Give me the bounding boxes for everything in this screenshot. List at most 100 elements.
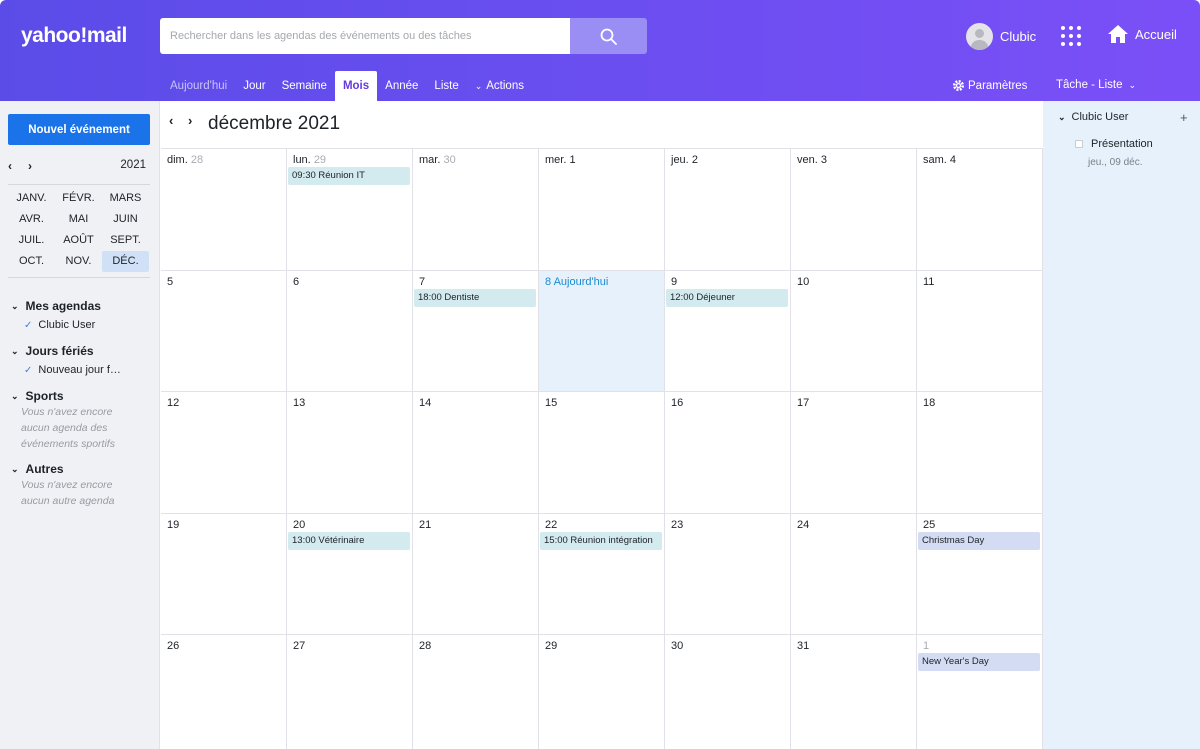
day-cell[interactable]: 27 <box>287 635 413 749</box>
day-cell[interactable]: 28 <box>413 635 539 749</box>
day-cell[interactable]: 11 <box>917 271 1043 392</box>
month-option[interactable]: MARS <box>102 188 149 209</box>
day-cell[interactable]: 17 <box>791 392 917 514</box>
day-cell[interactable]: 13 <box>287 392 413 514</box>
month-option[interactable]: JUIL. <box>8 230 55 251</box>
month-option[interactable]: JANV. <box>8 188 55 209</box>
tab-ann-e[interactable]: Année <box>377 71 426 101</box>
calendar-item-clubic-user[interactable]: ✓ Clubic User <box>24 319 95 331</box>
yahoo-mail-logo[interactable]: yahoo!mail <box>21 24 127 48</box>
month-option[interactable]: FÉVR. <box>55 188 102 209</box>
tasklist-dropdown[interactable]: Tâche - Liste ⌄ <box>1056 79 1136 91</box>
section-title: Sports <box>25 389 64 403</box>
month-option[interactable]: AVR. <box>8 209 55 230</box>
day-cell[interactable]: 29 <box>539 635 665 749</box>
day-cell[interactable]: 5 <box>161 271 287 392</box>
home-label: Accueil <box>1135 26 1177 42</box>
day-number: 29 <box>313 154 327 166</box>
settings-button[interactable]: Paramètres <box>952 79 1027 92</box>
user-menu[interactable]: Clubic <box>966 23 1036 50</box>
task-title[interactable]: Présentation <box>1091 138 1153 150</box>
task-checkbox[interactable] <box>1075 140 1083 148</box>
calendar-event[interactable]: 13:00 Vétérinaire <box>288 532 410 550</box>
day-cell[interactable]: 18 <box>917 392 1043 514</box>
home-button[interactable]: Accueil <box>1107 24 1177 44</box>
holiday-event[interactable]: Christmas Day <box>918 532 1040 550</box>
day-cell[interactable]: jeu. 2 <box>665 149 791 271</box>
day-cell[interactable]: 14 <box>413 392 539 514</box>
day-cell[interactable]: 10 <box>791 271 917 392</box>
calendar-item-label: Clubic User <box>38 319 96 331</box>
day-cell[interactable]: 20 13:00 Vétérinaire <box>287 514 413 635</box>
month-option[interactable]: DÉC. <box>102 251 149 272</box>
month-option[interactable]: AOÛT <box>55 230 102 251</box>
day-cell[interactable]: mer. 1 <box>539 149 665 271</box>
apps-grid-icon[interactable] <box>1061 26 1081 46</box>
day-cell[interactable]: 31 <box>791 635 917 749</box>
add-task-button[interactable]: + <box>1180 110 1188 125</box>
section-jours-feries[interactable]: ⌄ Jours fériés <box>11 344 94 358</box>
day-cell[interactable]: 8 Aujourd'hui <box>539 271 665 392</box>
month-option[interactable]: NOV. <box>55 251 102 272</box>
section-mes-agendas[interactable]: ⌄ Mes agendas <box>11 299 101 313</box>
new-event-button[interactable]: Nouvel événement <box>8 114 150 145</box>
day-cell[interactable]: 12 <box>161 392 287 514</box>
user-name: Clubic <box>1000 29 1037 44</box>
month-option[interactable]: MAI <box>55 209 102 230</box>
holiday-event[interactable]: New Year's Day <box>918 653 1040 671</box>
day-cell[interactable]: 6 <box>287 271 413 392</box>
tab-jour[interactable]: Jour <box>235 71 273 101</box>
tab-actions[interactable]: ⌄ Actions <box>467 71 532 101</box>
day-number: 21 <box>419 519 432 531</box>
day-cell[interactable]: 7 18:00 Dentiste <box>413 271 539 392</box>
calendar-event[interactable]: 18:00 Dentiste <box>414 289 536 307</box>
month-grid: dim. 28 lun. 29 09:30 Réunion IT mar. 30 mer… <box>161 148 1043 749</box>
day-cell[interactable]: dim. 28 <box>161 149 287 271</box>
day-cell[interactable]: 9 12:00 Déjeuner <box>665 271 791 392</box>
tab-label: Aujourd'hui <box>170 80 228 92</box>
day-cell[interactable]: 15 <box>539 392 665 514</box>
day-cell[interactable]: 23 <box>665 514 791 635</box>
section-autres[interactable]: ⌄ Autres <box>11 462 64 476</box>
day-number: 14 <box>419 397 432 409</box>
month-option[interactable]: JUIN <box>102 209 149 230</box>
section-title: Mes agendas <box>25 299 101 313</box>
day-cell[interactable]: 16 <box>665 392 791 514</box>
month-option[interactable]: SEPT. <box>102 230 149 251</box>
day-cell[interactable]: lun. 29 09:30 Réunion IT <box>287 149 413 271</box>
chevron-right-icon[interactable]: › <box>28 159 32 173</box>
day-label: 11 <box>923 276 934 288</box>
day-cell[interactable]: 24 <box>791 514 917 635</box>
day-cell[interactable]: 30 <box>665 635 791 749</box>
tab-mois[interactable]: Mois <box>334 71 378 101</box>
calendar-item-holidays[interactable]: ✓ Nouveau jour f… <box>24 364 121 376</box>
tab-liste[interactable]: Liste <box>426 71 466 101</box>
chevron-down-icon: ⌄ <box>474 81 483 91</box>
task-date: jeu., 09 déc. <box>1088 157 1143 168</box>
day-cell[interactable]: 1 New Year's Day <box>917 635 1043 749</box>
day-cell[interactable]: sam. 4 <box>917 149 1043 271</box>
day-cell[interactable]: mar. 30 <box>413 149 539 271</box>
task-list-header[interactable]: ⌄ Clubic User <box>1058 111 1128 123</box>
day-cell[interactable]: 22 15:00 Réunion intégration <box>539 514 665 635</box>
calendar-event[interactable]: 09:30 Réunion IT <box>288 167 410 185</box>
tab-semaine[interactable]: Semaine <box>274 71 335 101</box>
chevron-left-icon[interactable]: ‹ <box>8 159 12 173</box>
chevron-right-icon[interactable]: › <box>188 113 207 128</box>
day-cell[interactable]: 19 <box>161 514 287 635</box>
tab-aujourd-hui[interactable]: Aujourd'hui <box>162 71 235 101</box>
day-cell[interactable]: ven. 3 <box>791 149 917 271</box>
day-number: 17 <box>797 397 810 409</box>
day-cell[interactable]: 21 <box>413 514 539 635</box>
section-sports[interactable]: ⌄ Sports <box>11 389 64 403</box>
autres-empty-note: Vous n'avez encore aucun autre agenda <box>21 479 115 507</box>
day-number: 13 <box>293 397 306 409</box>
chevron-left-icon[interactable]: ‹ <box>169 113 188 128</box>
calendar-event[interactable]: 15:00 Réunion intégration <box>540 532 662 550</box>
search-button[interactable] <box>570 18 647 54</box>
day-cell[interactable]: 26 <box>161 635 287 749</box>
day-cell[interactable]: 25 Christmas Day <box>917 514 1043 635</box>
month-option[interactable]: OCT. <box>8 251 55 272</box>
search-input[interactable] <box>160 18 570 54</box>
calendar-event[interactable]: 12:00 Déjeuner <box>666 289 788 307</box>
